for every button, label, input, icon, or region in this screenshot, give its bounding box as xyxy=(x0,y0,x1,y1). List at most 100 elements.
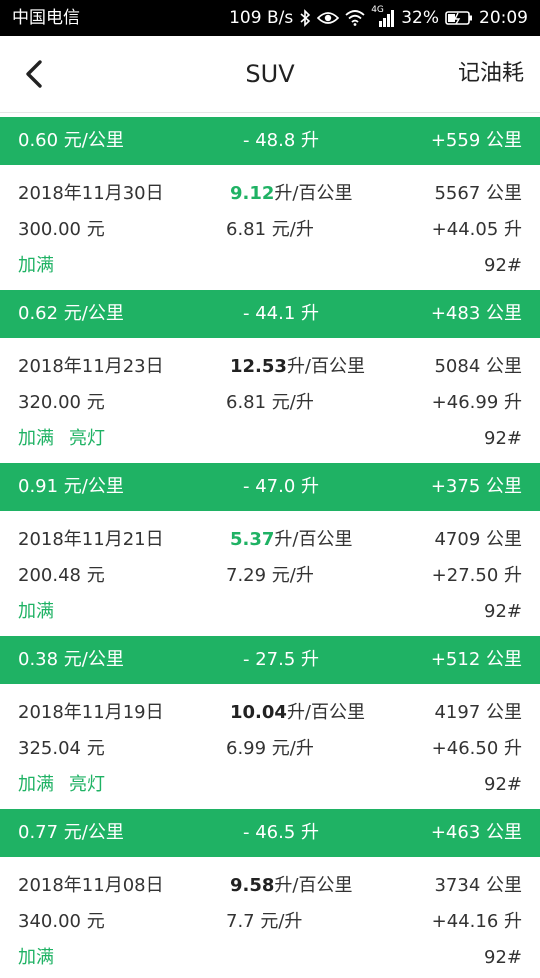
log-fuel-button[interactable]: 记油耗 xyxy=(458,36,524,112)
odometer: 5567 公里 xyxy=(434,183,522,204)
wifi-icon xyxy=(345,10,365,26)
record-date: 2018年11月21日 xyxy=(18,529,164,550)
efficiency-value: 12.53 xyxy=(230,356,287,377)
network-speed: 109 B/s xyxy=(229,8,294,28)
app-header: SUV 记油耗 xyxy=(0,36,540,113)
distance-diff: +463 公里 xyxy=(430,822,522,843)
record-tags: 加满 xyxy=(18,594,54,630)
efficiency-value: 5.37 xyxy=(230,529,275,550)
tag-warning-light: 亮灯 xyxy=(69,774,105,795)
record-date: 2018年11月30日 xyxy=(18,183,164,204)
tag-warning-light: 亮灯 xyxy=(69,428,105,449)
record-tags: 加满 亮灯 xyxy=(18,767,105,803)
fuel-efficiency: 9.12升/百公里 xyxy=(230,176,353,212)
fuel-record[interactable]: 0.77 元/公里 - 46.5 升 +463 公里 2018年11月08日 9… xyxy=(0,809,540,978)
fuel-grade: 92# xyxy=(484,947,522,968)
record-summary-band: 0.62 元/公里 - 44.1 升 +483 公里 xyxy=(0,290,540,338)
cost-per-km: 0.60 元/公里 xyxy=(18,130,124,151)
fuel-efficiency: 12.53升/百公里 xyxy=(230,349,365,385)
cost-per-km: 0.77 元/公里 xyxy=(18,822,124,843)
fuel-price: 7.7 元/升 xyxy=(226,911,303,932)
fuel-volume: +44.16 升 xyxy=(431,911,522,932)
status-bar: 中国电信 109 B/s 4G 32% 20:09 xyxy=(0,0,540,36)
fuel-record[interactable]: 0.60 元/公里 - 48.8 升 +559 公里 2018年11月30日 9… xyxy=(0,117,540,286)
odometer: 4197 公里 xyxy=(434,702,522,723)
efficiency-value: 10.04 xyxy=(230,702,287,723)
distance-diff: +483 公里 xyxy=(430,303,522,324)
bluetooth-icon xyxy=(299,9,311,27)
fuel-price: 7.29 元/升 xyxy=(226,565,314,586)
fuel-volume: +46.99 升 xyxy=(431,392,522,413)
fuel-price: 6.81 元/升 xyxy=(226,392,314,413)
record-tags: 加满 xyxy=(18,248,54,284)
fuel-amount: 320.00 元 xyxy=(18,392,105,413)
fuel-volume: +46.50 升 xyxy=(431,738,522,759)
fuel-diff: - 44.1 升 xyxy=(243,303,320,324)
fuel-record[interactable]: 0.38 元/公里 - 27.5 升 +512 公里 2018年11月19日 1… xyxy=(0,636,540,805)
distance-diff: +375 公里 xyxy=(430,476,522,497)
record-summary-band: 0.77 元/公里 - 46.5 升 +463 公里 xyxy=(0,809,540,857)
distance-diff: +512 公里 xyxy=(430,649,522,670)
odometer: 4709 公里 xyxy=(434,529,522,550)
record-detail: 2018年11月30日 9.12升/百公里 5567 公里 300.00 元 6… xyxy=(0,165,540,286)
fuel-amount: 340.00 元 xyxy=(18,911,105,932)
cost-per-km: 0.91 元/公里 xyxy=(18,476,124,497)
fuel-diff: - 48.8 升 xyxy=(243,130,320,151)
odometer: 5084 公里 xyxy=(434,356,522,377)
fuel-efficiency: 9.58升/百公里 xyxy=(230,868,353,904)
efficiency-unit: 升/百公里 xyxy=(286,702,366,723)
fuel-record-list: 0.60 元/公里 - 48.8 升 +559 公里 2018年11月30日 9… xyxy=(0,113,540,978)
efficiency-unit: 升/百公里 xyxy=(274,875,353,896)
tag-full-tank: 加满 xyxy=(18,947,54,968)
record-date: 2018年11月19日 xyxy=(18,702,164,723)
fuel-diff: - 46.5 升 xyxy=(243,822,320,843)
efficiency-value: 9.58 xyxy=(230,875,275,896)
record-date: 2018年11月08日 xyxy=(18,875,164,896)
odometer: 3734 公里 xyxy=(434,875,522,896)
status-icons: 109 B/s 4G 32% 20:09 xyxy=(229,0,528,36)
efficiency-unit: 升/百公里 xyxy=(286,356,366,377)
fuel-record[interactable]: 0.62 元/公里 - 44.1 升 +483 公里 2018年11月23日 1… xyxy=(0,290,540,459)
fuel-price: 6.81 元/升 xyxy=(226,219,314,240)
fuel-price: 6.99 元/升 xyxy=(226,738,314,759)
record-detail: 2018年11月23日 12.53升/百公里 5084 公里 320.00 元 … xyxy=(0,338,540,459)
tag-full-tank: 加满 xyxy=(18,774,54,795)
tag-full-tank: 加满 xyxy=(18,255,54,276)
fuel-grade: 92# xyxy=(484,428,522,449)
battery-icon xyxy=(445,10,473,26)
fuel-grade: 92# xyxy=(484,255,522,276)
cost-per-km: 0.62 元/公里 xyxy=(18,303,124,324)
record-tags: 加满 xyxy=(18,940,54,976)
record-summary-band: 0.91 元/公里 - 47.0 升 +375 公里 xyxy=(0,463,540,511)
fuel-amount: 200.48 元 xyxy=(18,565,105,586)
distance-diff: +559 公里 xyxy=(430,130,522,151)
record-summary-band: 0.38 元/公里 - 27.5 升 +512 公里 xyxy=(0,636,540,684)
record-detail: 2018年11月21日 5.37升/百公里 4709 公里 200.48 元 7… xyxy=(0,511,540,632)
fuel-diff: - 47.0 升 xyxy=(243,476,320,497)
record-summary-band: 0.60 元/公里 - 48.8 升 +559 公里 xyxy=(0,117,540,165)
tag-full-tank: 加满 xyxy=(18,428,54,449)
efficiency-unit: 升/百公里 xyxy=(274,183,353,204)
fuel-volume: +44.05 升 xyxy=(431,219,522,240)
fuel-grade: 92# xyxy=(484,601,522,622)
fuel-efficiency: 10.04升/百公里 xyxy=(230,695,365,731)
record-tags: 加满 亮灯 xyxy=(18,421,105,457)
cost-per-km: 0.38 元/公里 xyxy=(18,649,124,670)
carrier-label: 中国电信 xyxy=(12,8,80,28)
fuel-record[interactable]: 0.91 元/公里 - 47.0 升 +375 公里 2018年11月21日 5… xyxy=(0,463,540,632)
clock: 20:09 xyxy=(479,8,528,28)
battery-percent: 32% xyxy=(401,8,439,28)
fuel-amount: 325.04 元 xyxy=(18,738,105,759)
record-detail: 2018年11月19日 10.04升/百公里 4197 公里 325.04 元 … xyxy=(0,684,540,805)
tag-full-tank: 加满 xyxy=(18,601,54,622)
fuel-volume: +27.50 升 xyxy=(431,565,522,586)
record-date: 2018年11月23日 xyxy=(18,356,164,377)
eye-comfort-icon xyxy=(317,10,340,26)
fuel-diff: - 27.5 升 xyxy=(243,649,320,670)
fuel-efficiency: 5.37升/百公里 xyxy=(230,522,353,558)
fuel-amount: 300.00 元 xyxy=(18,219,105,240)
efficiency-value: 9.12 xyxy=(230,183,275,204)
efficiency-unit: 升/百公里 xyxy=(274,529,353,550)
fuel-grade: 92# xyxy=(484,774,522,795)
signal-icon: 4G xyxy=(371,5,395,27)
